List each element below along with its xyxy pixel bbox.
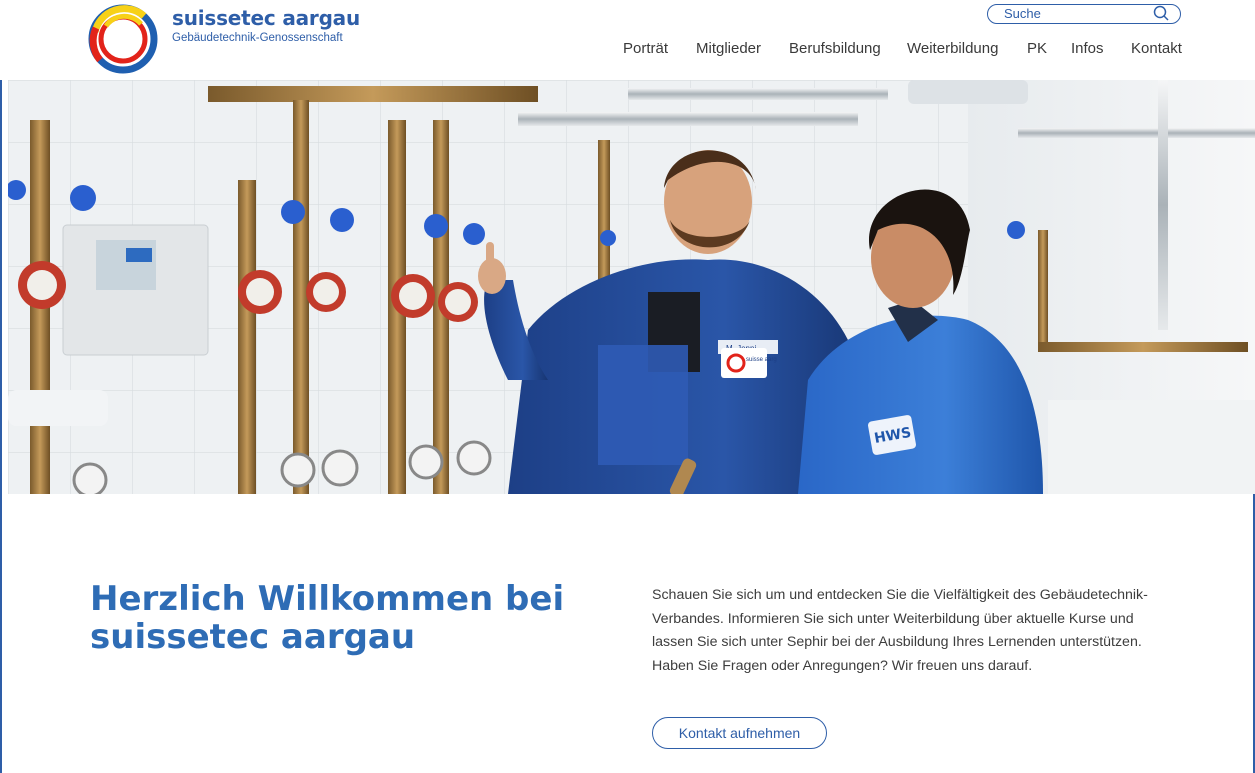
welcome-heading: Herzlich Willkommen bei suissetec aargau bbox=[90, 579, 565, 657]
search-box[interactable] bbox=[987, 4, 1181, 24]
nav-item-berufsbildung[interactable]: Berufsbildung bbox=[789, 40, 881, 57]
nav-item-kontakt[interactable]: Kontakt bbox=[1131, 40, 1182, 57]
search-icon[interactable] bbox=[1152, 4, 1170, 22]
intro-text: Schauen Sie sich um und entdecken Sie di… bbox=[652, 587, 1148, 674]
nav-item-mitglieder[interactable]: Mitglieder bbox=[696, 40, 761, 57]
nav-item-infos[interactable]: Infos bbox=[1071, 40, 1104, 57]
search-input[interactable] bbox=[1004, 5, 1144, 21]
logo-icon[interactable] bbox=[86, 2, 160, 76]
nav-item-portraet[interactable]: Porträt bbox=[623, 40, 668, 57]
nav-item-pk[interactable]: PK bbox=[1027, 40, 1047, 57]
jacket-logo-patch: suisse aarg bbox=[746, 357, 777, 363]
nav-item-weiterbildung[interactable]: Weiterbildung bbox=[907, 40, 998, 57]
contact-button[interactable]: Kontakt aufnehmen bbox=[652, 717, 827, 749]
main-nav: Porträt Mitglieder Berufsbildung Weiterb… bbox=[0, 40, 1255, 64]
hero-image: M. Jenni suisse aarg HWS bbox=[8, 80, 1255, 494]
brand-name[interactable]: suissetec aargau bbox=[172, 6, 360, 30]
hero-photo-illustration: M. Jenni suisse aarg HWS bbox=[8, 80, 1255, 494]
site-header: suissetec aargau Gebäudetechnik-Genossen… bbox=[0, 0, 1255, 80]
